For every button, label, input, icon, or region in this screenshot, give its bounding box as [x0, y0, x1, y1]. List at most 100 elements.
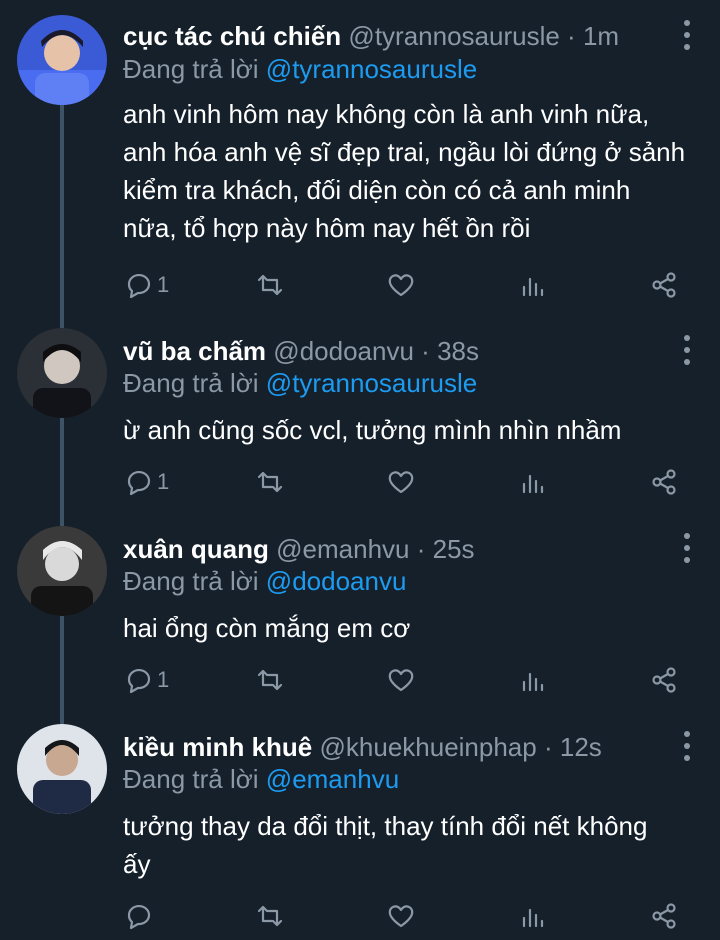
- timestamp[interactable]: 12s: [560, 732, 602, 762]
- retweet-icon: [257, 274, 283, 296]
- thread-line: [60, 716, 64, 724]
- replying-to: Đang trả lời @tyrannosaurusle: [123, 53, 477, 85]
- avatar[interactable]: [17, 724, 107, 814]
- replying-to-label: Đang trả lời: [123, 54, 259, 84]
- tweet[interactable]: vũ ba chấm @dodoanvu · 38s Đang trả lời …: [0, 320, 720, 518]
- reply-button[interactable]: 1: [123, 265, 169, 305]
- retweet-button[interactable]: [255, 896, 285, 936]
- analytics-button[interactable]: [518, 896, 548, 936]
- username[interactable]: @emanhvu: [276, 534, 409, 564]
- analytics-button[interactable]: [518, 462, 548, 502]
- separator-dot: ·: [543, 732, 553, 762]
- more-options-icon[interactable]: [680, 335, 694, 365]
- tweet-text-line: nữa, tổ hợp này hôm nay hết ồn rồi: [123, 213, 531, 243]
- avatar[interactable]: [17, 526, 107, 616]
- retweet-button[interactable]: [255, 265, 285, 305]
- reply-mention-link[interactable]: @dodoanvu: [266, 566, 407, 596]
- analytics-icon: [522, 908, 544, 928]
- retweet-icon: [257, 905, 283, 927]
- avatar[interactable]: [17, 15, 107, 105]
- like-button[interactable]: [386, 462, 416, 502]
- reply-icon: [127, 470, 151, 496]
- share-button[interactable]: [649, 660, 679, 700]
- replying-to-label: Đang trả lời: [123, 764, 259, 794]
- timestamp[interactable]: 1m: [583, 21, 619, 51]
- replying-to: Đang trả lời @emanhvu: [123, 763, 399, 795]
- tweet-text-line: anh hóa anh vệ sĩ đẹp trai, ngầu lòi đứn…: [123, 137, 686, 167]
- analytics-button[interactable]: [518, 660, 548, 700]
- separator-dot: ·: [421, 336, 430, 366]
- tweet-text-line: tưởng thay da đổi thịt, thay tính đổi nế…: [123, 811, 648, 841]
- retweet-button[interactable]: [255, 462, 285, 502]
- retweet-icon: [257, 669, 283, 691]
- share-button[interactable]: [649, 265, 679, 305]
- analytics-icon: [522, 672, 544, 692]
- tweet-header: xuân quang @emanhvu · 25s: [123, 533, 660, 565]
- reply-count: 1: [157, 272, 170, 297]
- separator-dot: ·: [416, 534, 426, 564]
- username[interactable]: @tyrannosaurusle: [348, 21, 559, 51]
- timestamp[interactable]: 38s: [437, 336, 479, 366]
- replying-to-label: Đang trả lời: [123, 368, 259, 398]
- separator-dot: ·: [567, 21, 576, 51]
- tweet-text-line: anh vinh hôm nay không còn là anh vinh n…: [123, 99, 650, 129]
- thread-line: [60, 320, 64, 328]
- display-name[interactable]: vũ ba chấm: [123, 336, 266, 366]
- share-icon: [652, 903, 676, 929]
- display-name[interactable]: kiều minh khuê: [123, 732, 312, 762]
- tweet[interactable]: xuân quang @emanhvu · 25s Đang trả lời @…: [0, 518, 720, 716]
- reply-icon: [127, 668, 151, 694]
- tweet-text-line: ấy: [123, 849, 151, 879]
- username[interactable]: @dodoanvu: [273, 336, 414, 366]
- tweet-text: anh vinh hôm nay không còn là anh vinh n…: [123, 95, 696, 247]
- replying-to-label: Đang trả lời: [123, 566, 259, 596]
- tweet-header: kiều minh khuê @khuekhueinphap · 12s: [123, 731, 660, 763]
- reply-icon: [127, 273, 151, 299]
- like-button[interactable]: [386, 265, 416, 305]
- share-icon: [652, 667, 676, 693]
- reply-button[interactable]: 1: [123, 462, 169, 502]
- username[interactable]: @khuekhueinphap: [320, 732, 537, 762]
- reply-button[interactable]: [123, 896, 157, 936]
- heart-icon: [388, 471, 414, 494]
- tweet-header: cục tác chú chiến @tyrannosaurusle · 1m: [123, 20, 660, 52]
- reply-mention-link[interactable]: @tyrannosaurusle: [266, 368, 477, 398]
- heart-icon: [388, 274, 414, 297]
- display-name[interactable]: cục tác chú chiến: [123, 21, 341, 51]
- tweet-text-line: hai ổng còn mắng em cơ: [123, 613, 411, 643]
- display-name[interactable]: xuân quang: [123, 534, 269, 564]
- reply-count: 1: [157, 667, 170, 692]
- tweet[interactable]: kiều minh khuê @khuekhueinphap · 12s Đan…: [0, 716, 720, 940]
- avatar[interactable]: [17, 328, 107, 418]
- tweet-text: ừ anh cũng sốc vcl, tưởng mình nhìn nhầm: [123, 411, 696, 449]
- reply-icon: [127, 904, 151, 930]
- more-options-icon[interactable]: [680, 731, 694, 761]
- share-button[interactable]: [649, 896, 679, 936]
- reply-mention-link[interactable]: @emanhvu: [266, 764, 399, 794]
- tweet-text: hai ổng còn mắng em cơ: [123, 609, 696, 647]
- tweet-actions: 1: [0, 265, 720, 305]
- more-options-icon[interactable]: [680, 20, 694, 50]
- retweet-icon: [257, 471, 283, 493]
- reply-mention-link[interactable]: @tyrannosaurusle: [266, 54, 477, 84]
- like-button[interactable]: [386, 896, 416, 936]
- heart-icon: [388, 905, 414, 928]
- tweet-text-line: kiểm tra khách, đối diện còn có cả anh m…: [123, 175, 631, 205]
- timestamp[interactable]: 25s: [433, 534, 475, 564]
- tweet[interactable]: cục tác chú chiến @tyrannosaurusle · 1m …: [0, 0, 720, 320]
- analytics-button[interactable]: [518, 265, 548, 305]
- tweet-actions: 1: [0, 660, 720, 700]
- share-icon: [652, 469, 676, 495]
- tweet-actions: 1: [0, 462, 720, 502]
- replying-to: Đang trả lời @dodoanvu: [123, 565, 406, 597]
- reply-count: 1: [157, 469, 170, 494]
- analytics-icon: [522, 277, 544, 297]
- heart-icon: [388, 669, 414, 692]
- replying-to: Đang trả lời @tyrannosaurusle: [123, 367, 477, 399]
- more-options-icon[interactable]: [680, 533, 694, 563]
- reply-button[interactable]: 1: [123, 660, 169, 700]
- tweet-actions: [0, 896, 720, 936]
- share-button[interactable]: [649, 462, 679, 502]
- retweet-button[interactable]: [255, 660, 285, 700]
- like-button[interactable]: [386, 660, 416, 700]
